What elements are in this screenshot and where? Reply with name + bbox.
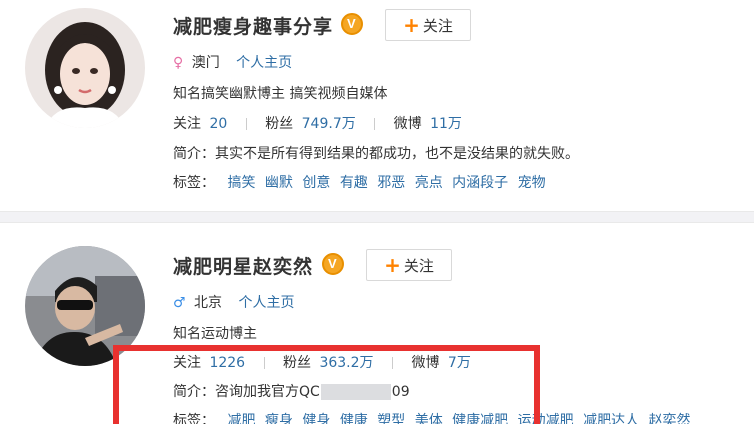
intro-row-1: 简介：其实不是所有得到结果的都成功，也不是没结果的就失败。 [173,143,579,163]
tag-link[interactable]: 赵奕然 [649,413,691,424]
verified-badge-icon [341,13,363,35]
plus-icon: + [403,13,420,37]
intro-text-1: 其实不是所有得到结果的都成功，也不是没结果的就失败。 [215,146,579,162]
description-1: 知名搞笑幽默博主 搞笑视频自媒体 [173,86,388,102]
follow-label-1: 关注 [422,16,453,35]
divider [374,118,376,130]
follow-label-2: 关注 [403,256,434,275]
follow-count-1[interactable]: 20 [209,116,227,132]
avatar-image-1 [25,8,145,128]
male-icon: ♂ [173,295,186,311]
fans-label-1: 粉丝 [265,116,294,132]
tag-link[interactable]: 内涵段子 [452,175,508,191]
tags-label-1: 标签： [173,175,215,191]
tag-link[interactable]: 搞笑 [227,175,255,191]
tag-link[interactable]: 有趣 [340,175,368,191]
weibo-label-1: 微博 [393,116,422,132]
fans-count-1[interactable]: 749.7万 [302,116,356,132]
stats-row-1: 关注 20 粉丝 749.7万 微博 11万 [173,113,462,133]
tag-link[interactable]: 幽默 [265,175,293,191]
tag-link[interactable]: 减肥达人 [583,413,639,424]
intro-label-1: 简介： [173,146,215,162]
homepage-link-1[interactable]: 个人主页 [236,55,292,71]
location-text-1: 澳门 [191,55,220,71]
highlight-box [113,345,540,424]
location-text-2: 北京 [194,295,223,311]
plus-icon: + [384,253,401,277]
location-row-2: ♂ 北京 个人主页 [173,292,294,312]
tags-row-1: 标签： 搞笑 幽默 创意 有趣 邪恶 亮点 内涵段子 宠物 [173,172,551,192]
follow-count-label-1: 关注 [173,116,201,132]
weibo-count-1[interactable]: 11万 [430,116,462,132]
tag-link[interactable]: 创意 [302,175,330,191]
verified-badge-icon [322,253,344,275]
location-row-1: ♀ 澳门 个人主页 [173,52,292,72]
user-name-2[interactable]: 减肥明星赵奕然 [173,252,313,279]
description-2: 知名运动博主 [173,326,257,342]
homepage-link-2[interactable]: 个人主页 [238,295,294,311]
avatar-user-1[interactable] [25,8,145,128]
card-divider [0,212,754,222]
follow-button-2[interactable]: + 关注 [366,249,452,281]
tag-link[interactable]: 宠物 [518,175,546,191]
follow-button-1[interactable]: + 关注 [385,9,471,41]
female-icon: ♀ [173,55,184,71]
divider [245,118,247,130]
user-name-1[interactable]: 减肥瘦身趣事分享 [173,12,333,39]
tag-link[interactable]: 邪恶 [377,175,405,191]
tag-link[interactable]: 亮点 [415,175,443,191]
